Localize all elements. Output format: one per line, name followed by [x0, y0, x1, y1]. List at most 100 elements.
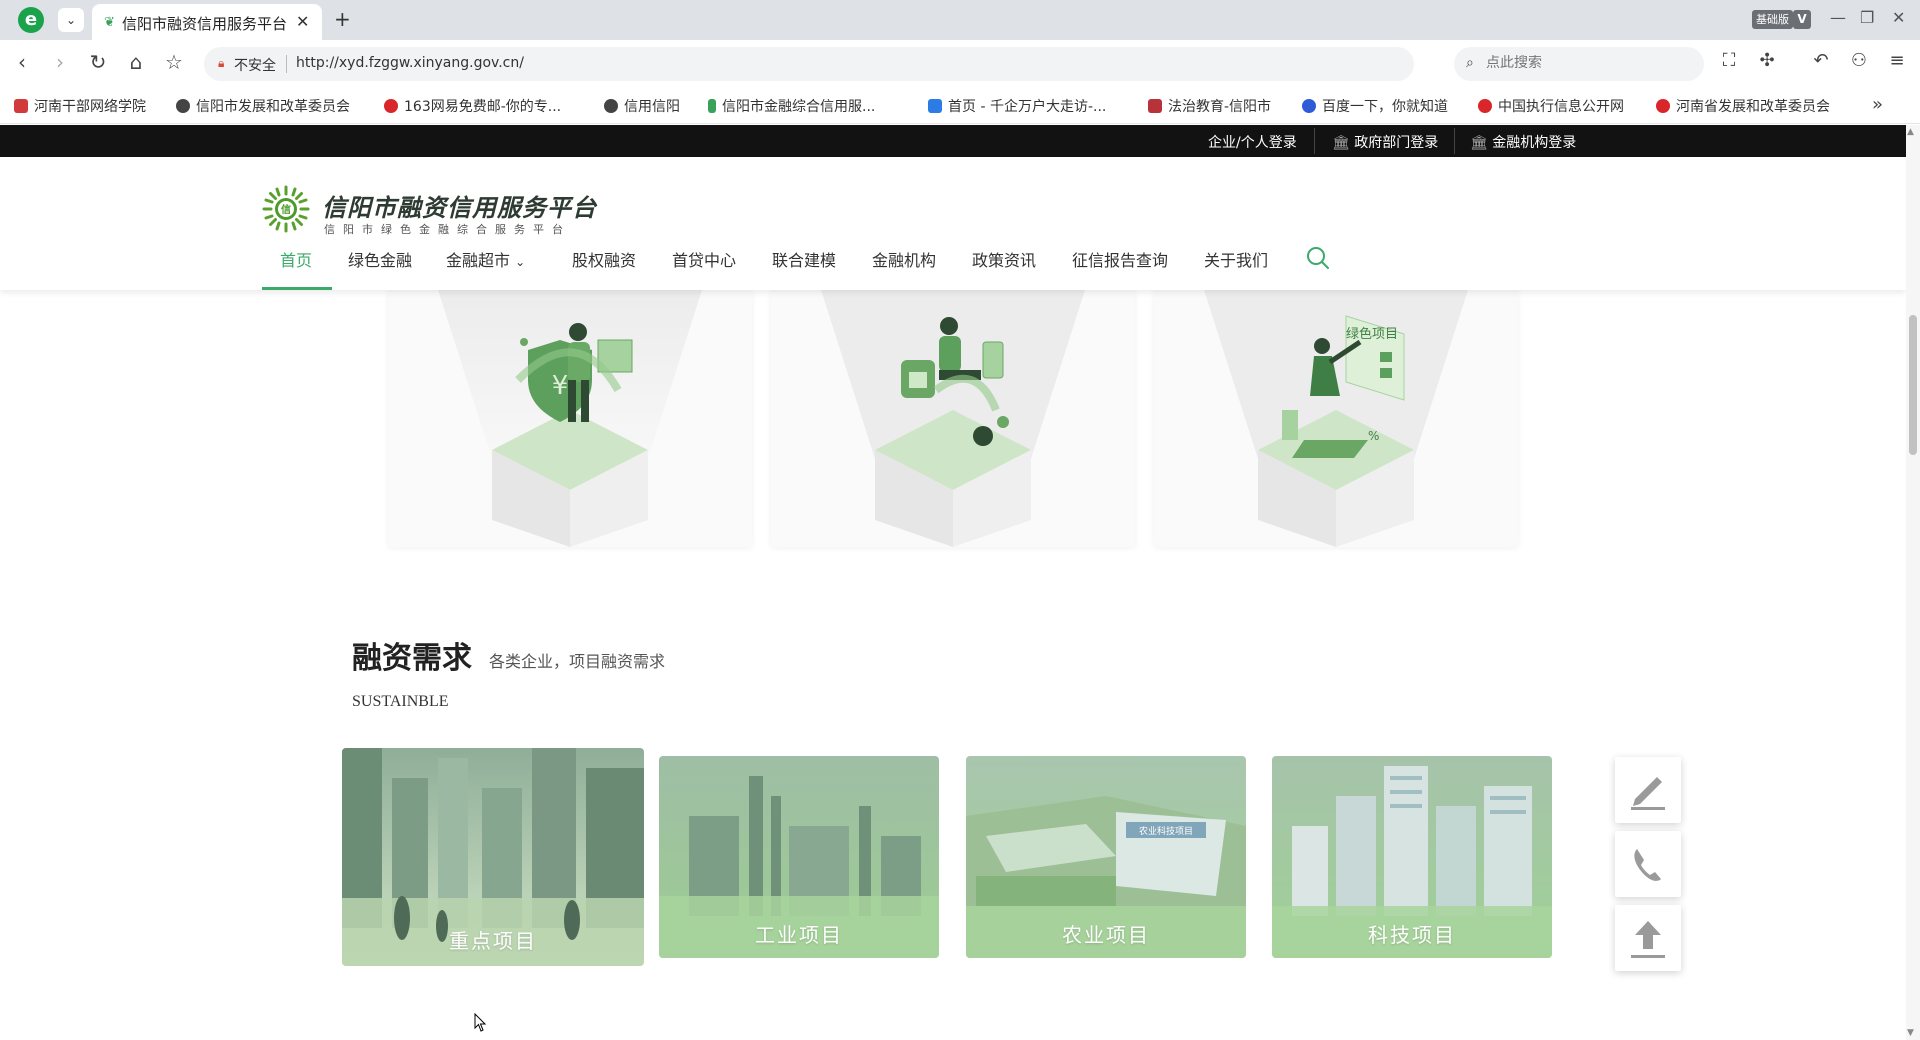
page-scrollbar-thumb[interactable]	[1909, 315, 1917, 455]
bookmark-favicon-icon	[1478, 99, 1492, 113]
finance-login-link[interactable]: 🏛︎ 金融机构登录	[1470, 132, 1576, 152]
page-scrollbar[interactable]	[1906, 125, 1920, 1040]
screenshot-crop-icon[interactable]: ⛶	[1716, 50, 1742, 71]
project-label-key: 重点项目	[449, 929, 537, 953]
site-logo-sun-icon[interactable]: 信	[262, 185, 310, 233]
undo-icon[interactable]: ↶	[1808, 50, 1834, 71]
project-card-tech[interactable]: 科技项目	[1272, 756, 1552, 958]
pencil-icon	[1631, 777, 1665, 810]
feature-illustration-shield: ¥	[438, 290, 702, 547]
float-feedback-button[interactable]	[1615, 757, 1681, 823]
reload-icon[interactable]: ↻	[84, 50, 112, 74]
feature-card-green-project[interactable]: 绿色项目 %	[1154, 290, 1518, 547]
back-arrow-icon[interactable]: ‹	[8, 50, 36, 74]
nav-financial-institutions[interactable]: 金融机构	[872, 247, 936, 271]
float-back-to-top-button[interactable]	[1615, 905, 1681, 971]
minimize-icon[interactable]: —	[1830, 8, 1846, 27]
site-logo-title[interactable]: 信阳市融资信用服务平台	[322, 188, 597, 223]
bookmark-item[interactable]: 中国执行信息公开网	[1478, 96, 1624, 116]
nav-credit-report[interactable]: 征信报告查询	[1072, 247, 1168, 271]
bookmark-label: 信阳市发展和改革委员会	[196, 99, 350, 115]
login-separator	[1314, 128, 1315, 154]
bookmarks-bar: 河南干部网络学院 信阳市发展和改革委员会 163网易免费邮-你的专... 信用信…	[0, 88, 1920, 124]
feature-card-finance-service[interactable]	[771, 290, 1135, 547]
bookmark-favicon-icon	[1302, 99, 1316, 113]
nav-joint-modeling[interactable]: 联合建模	[772, 247, 836, 271]
gov-login-link[interactable]: 🏛︎ 政府部门登录	[1332, 132, 1438, 152]
extensions-icon[interactable]: ✣	[1754, 50, 1780, 71]
user-profile-icon[interactable]: ⚇	[1846, 50, 1872, 71]
site-header: 信 信阳市融资信用服务平台 信阳市绿色金融综合服务平台 首页 绿色金融 金融超市…	[0, 157, 1906, 290]
bookmark-item[interactable]: 百度一下，你就知道	[1302, 96, 1448, 116]
enterprise-login-link[interactable]: 企业/个人登录	[1208, 132, 1297, 152]
project-card-agriculture[interactable]: 农业科技项目 农业项目	[966, 756, 1246, 958]
section-en-label: SUSTAINBLE	[352, 693, 449, 710]
tab-title: 信阳市融资信用服务平台	[122, 15, 288, 33]
nav-finance-market[interactable]: 金融超市 ⌄	[446, 247, 525, 271]
bookmark-item[interactable]: 信用信阳	[604, 96, 680, 116]
bookmark-item[interactable]: 163网易免费邮-你的专...	[384, 96, 561, 116]
nav-green-finance[interactable]: 绿色金融	[348, 247, 412, 271]
url-text[interactable]: http://xyd.fzggw.xinyang.gov.cn/	[296, 55, 524, 71]
bookmark-item[interactable]: 法治教育-信阳市	[1148, 96, 1271, 116]
browser-search-input[interactable]	[1486, 55, 1686, 71]
menu-icon[interactable]: ≡	[1884, 50, 1910, 71]
bank-icon: 🏛︎	[1470, 135, 1493, 151]
bookmark-favicon-icon	[604, 99, 618, 113]
bookmark-label: 百度一下，你就知道	[1322, 99, 1448, 115]
insecure-label[interactable]: 不安全	[234, 55, 276, 75]
bookmark-item[interactable]: 河南干部网络学院	[14, 96, 146, 116]
edition-v-icon[interactable]: V	[1793, 10, 1811, 29]
browser-tab-bar: e ⌄ ❦ 信阳市融资信用服务平台 ✕ + 基础版 V — ❐ ✕	[0, 0, 1920, 40]
project-label-industry: 工业项目	[755, 923, 843, 947]
bookmark-label: 信阳市金融综合信用服...	[722, 99, 876, 115]
bookmark-item[interactable]: 首页 - 千企万户大走访-...	[928, 96, 1106, 116]
tab-list-chevron-icon[interactable]: ⌄	[58, 8, 84, 32]
new-tab-plus-icon[interactable]: +	[334, 7, 351, 31]
nav-equity-financing[interactable]: 股权融资	[572, 247, 636, 271]
search-icon[interactable]	[1305, 245, 1331, 271]
gov-login-label: 政府部门登录	[1354, 135, 1439, 151]
agri-building-sign: 农业科技项目	[1139, 825, 1193, 837]
project-card-key[interactable]: 重点项目	[342, 748, 644, 966]
bookmark-item[interactable]: 信阳市金融综合信用服...	[708, 96, 875, 116]
bookmark-label: 中国执行信息公开网	[1498, 99, 1624, 115]
finance-login-label: 金融机构登录	[1492, 135, 1577, 151]
bookmark-label: 163网易免费邮-你的专...	[404, 99, 562, 115]
browser-tab-active[interactable]: ❦ 信阳市融资信用服务平台 ✕	[92, 4, 322, 40]
home-icon[interactable]: ⌂	[122, 50, 150, 74]
restore-icon[interactable]: ❐	[1860, 8, 1874, 27]
forward-arrow-icon[interactable]: ›	[46, 50, 74, 74]
site-logo-subtitle: 信阳市绿色金融综合服务平台	[324, 223, 571, 236]
project-card-industry[interactable]: 工业项目	[659, 756, 939, 958]
feature-illustration-green-project: 绿色项目 %	[1204, 290, 1468, 547]
green-project-tag: 绿色项目	[1346, 326, 1398, 342]
bookmark-favicon-icon	[384, 99, 398, 113]
scroll-down-arrow-icon[interactable]: ▼	[1907, 1028, 1914, 1038]
bookmark-item[interactable]: 信阳市发展和改革委员会	[176, 96, 350, 116]
scroll-up-arrow-icon[interactable]: ▲	[1907, 127, 1914, 137]
chevron-down-icon: ⌄	[515, 255, 526, 269]
url-bar[interactable]: 🔒︎ 不安全 http://xyd.fzggw.xinyang.gov.cn/ …	[204, 47, 1624, 81]
window-close-icon[interactable]: ✕	[1892, 8, 1905, 27]
nav-policy-news[interactable]: 政策资讯	[972, 247, 1036, 271]
bookmark-item[interactable]: 河南省发展和改革委员会	[1656, 96, 1830, 116]
browser-logo-icon[interactable]: e	[18, 7, 44, 33]
nav-first-loan-center[interactable]: 首贷中心	[672, 247, 736, 271]
float-phone-button[interactable]	[1615, 831, 1681, 897]
nav-active-underline	[262, 287, 332, 290]
tab-close-icon[interactable]: ✕	[296, 12, 309, 31]
favorite-star-icon[interactable]: ☆	[160, 50, 188, 74]
bookmarks-more-icon[interactable]: »	[1872, 94, 1883, 115]
phone-icon	[1634, 849, 1661, 881]
edition-badge[interactable]: 基础版	[1752, 10, 1793, 29]
mouse-cursor-icon	[474, 1013, 487, 1032]
bookmark-label: 信用信阳	[624, 99, 680, 115]
arrow-up-icon	[1631, 921, 1665, 958]
nav-about-us[interactable]: 关于我们	[1204, 247, 1268, 271]
nav-home[interactable]: 首页	[280, 247, 312, 271]
nav-finance-market-label: 金融超市	[446, 251, 511, 270]
svg-text:¥: ¥	[552, 371, 569, 401]
feature-card-green-credit[interactable]: ¥	[388, 290, 752, 547]
browser-search-box[interactable]: ⌕	[1454, 47, 1704, 81]
